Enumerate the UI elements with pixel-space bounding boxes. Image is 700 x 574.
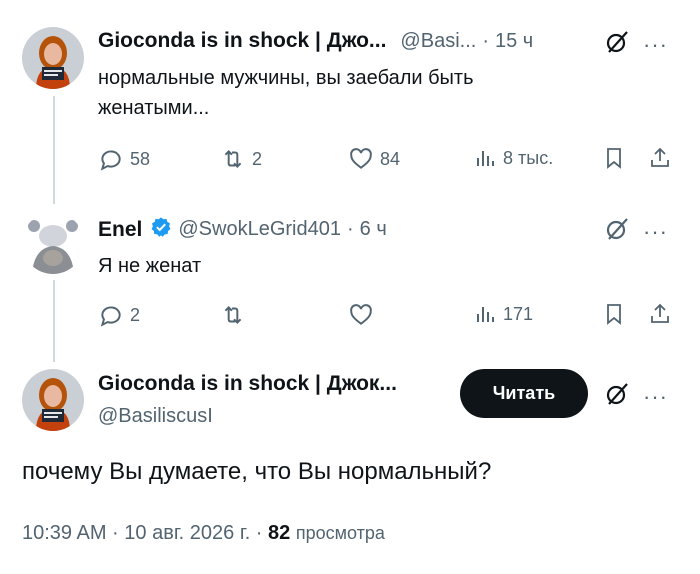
views-count: 8 тыс. bbox=[503, 147, 554, 168]
reply-button[interactable]: 58 bbox=[98, 146, 150, 172]
reply-button[interactable]: 2 bbox=[98, 302, 140, 328]
tweet-footer: 10:39 AM · 10 авг. 2026 г. · 82 просмотр… bbox=[22, 522, 385, 545]
tweet-actions: 58 2 84 8 тыс. bbox=[98, 146, 678, 176]
thread-line bbox=[53, 280, 55, 362]
repost-button[interactable] bbox=[220, 302, 252, 328]
more-icon[interactable]: ··· bbox=[643, 385, 668, 408]
like-icon bbox=[348, 302, 374, 328]
share-button[interactable] bbox=[648, 302, 672, 326]
views-count: 82 bbox=[268, 522, 291, 544]
like-icon bbox=[348, 146, 374, 172]
tweet-text: нормальные мужчины, вы заебали быть жена… bbox=[98, 67, 474, 119]
bookmark-icon bbox=[602, 146, 626, 170]
avatar[interactable] bbox=[22, 27, 84, 89]
reply-icon bbox=[98, 302, 124, 328]
grok-icon[interactable] bbox=[605, 382, 629, 411]
like-button[interactable]: 84 bbox=[348, 146, 400, 172]
separator: · bbox=[346, 218, 354, 240]
reply-icon bbox=[98, 146, 124, 172]
views-icon bbox=[473, 302, 497, 326]
tweet-time[interactable]: 15 ч bbox=[495, 30, 533, 53]
bookmark-button[interactable] bbox=[602, 302, 626, 326]
tweet-text: почему Вы думаете, что Вы нормальный? bbox=[22, 458, 492, 485]
tweet-actions: 2 171 bbox=[98, 302, 678, 332]
author-handle[interactable]: @BasiliscusI bbox=[98, 405, 213, 428]
reply-count: 2 bbox=[130, 304, 141, 325]
repost-icon bbox=[220, 146, 246, 172]
reply-count: 58 bbox=[130, 148, 151, 169]
share-icon bbox=[648, 302, 672, 326]
like-button[interactable] bbox=[348, 302, 380, 328]
timestamp[interactable]: 10:39 AM · 10 авг. 2026 г. · bbox=[22, 522, 262, 544]
views-button[interactable]: 171 bbox=[473, 302, 533, 326]
verified-badge-icon bbox=[150, 216, 172, 243]
avatar[interactable] bbox=[22, 212, 84, 274]
views-button[interactable]: 8 тыс. bbox=[473, 146, 553, 170]
share-button[interactable] bbox=[648, 146, 672, 170]
views-icon bbox=[473, 146, 497, 170]
share-icon bbox=[648, 146, 672, 170]
grok-icon[interactable] bbox=[605, 30, 629, 59]
author-name[interactable]: Enel bbox=[98, 218, 142, 242]
more-icon[interactable]: ··· bbox=[643, 33, 668, 56]
views-count: 171 bbox=[503, 303, 534, 324]
views-label: просмотра bbox=[295, 523, 385, 543]
follow-button[interactable]: Читать bbox=[460, 369, 588, 418]
bookmark-button[interactable] bbox=[602, 146, 626, 170]
repost-count: 2 bbox=[252, 148, 263, 169]
repost-icon bbox=[220, 302, 246, 328]
avatar[interactable] bbox=[22, 369, 84, 431]
tweet-text: Я не женат bbox=[98, 255, 202, 277]
separator: · bbox=[482, 29, 489, 52]
author-handle[interactable]: @SwokLeGrid401 bbox=[178, 218, 341, 241]
grok-icon[interactable] bbox=[605, 217, 629, 246]
thread-line bbox=[53, 96, 55, 204]
author-handle[interactable]: @Basi... bbox=[400, 30, 476, 53]
author-name[interactable]: Gioconda is in shock | Джо... bbox=[98, 29, 386, 53]
repost-button[interactable]: 2 bbox=[220, 146, 262, 172]
more-icon[interactable]: ··· bbox=[643, 220, 668, 243]
author-name[interactable]: Gioconda is in shock | Джок... bbox=[98, 372, 397, 396]
like-count: 84 bbox=[380, 148, 401, 169]
bookmark-icon bbox=[602, 302, 626, 326]
tweet-time[interactable]: 6 ч bbox=[360, 218, 387, 241]
